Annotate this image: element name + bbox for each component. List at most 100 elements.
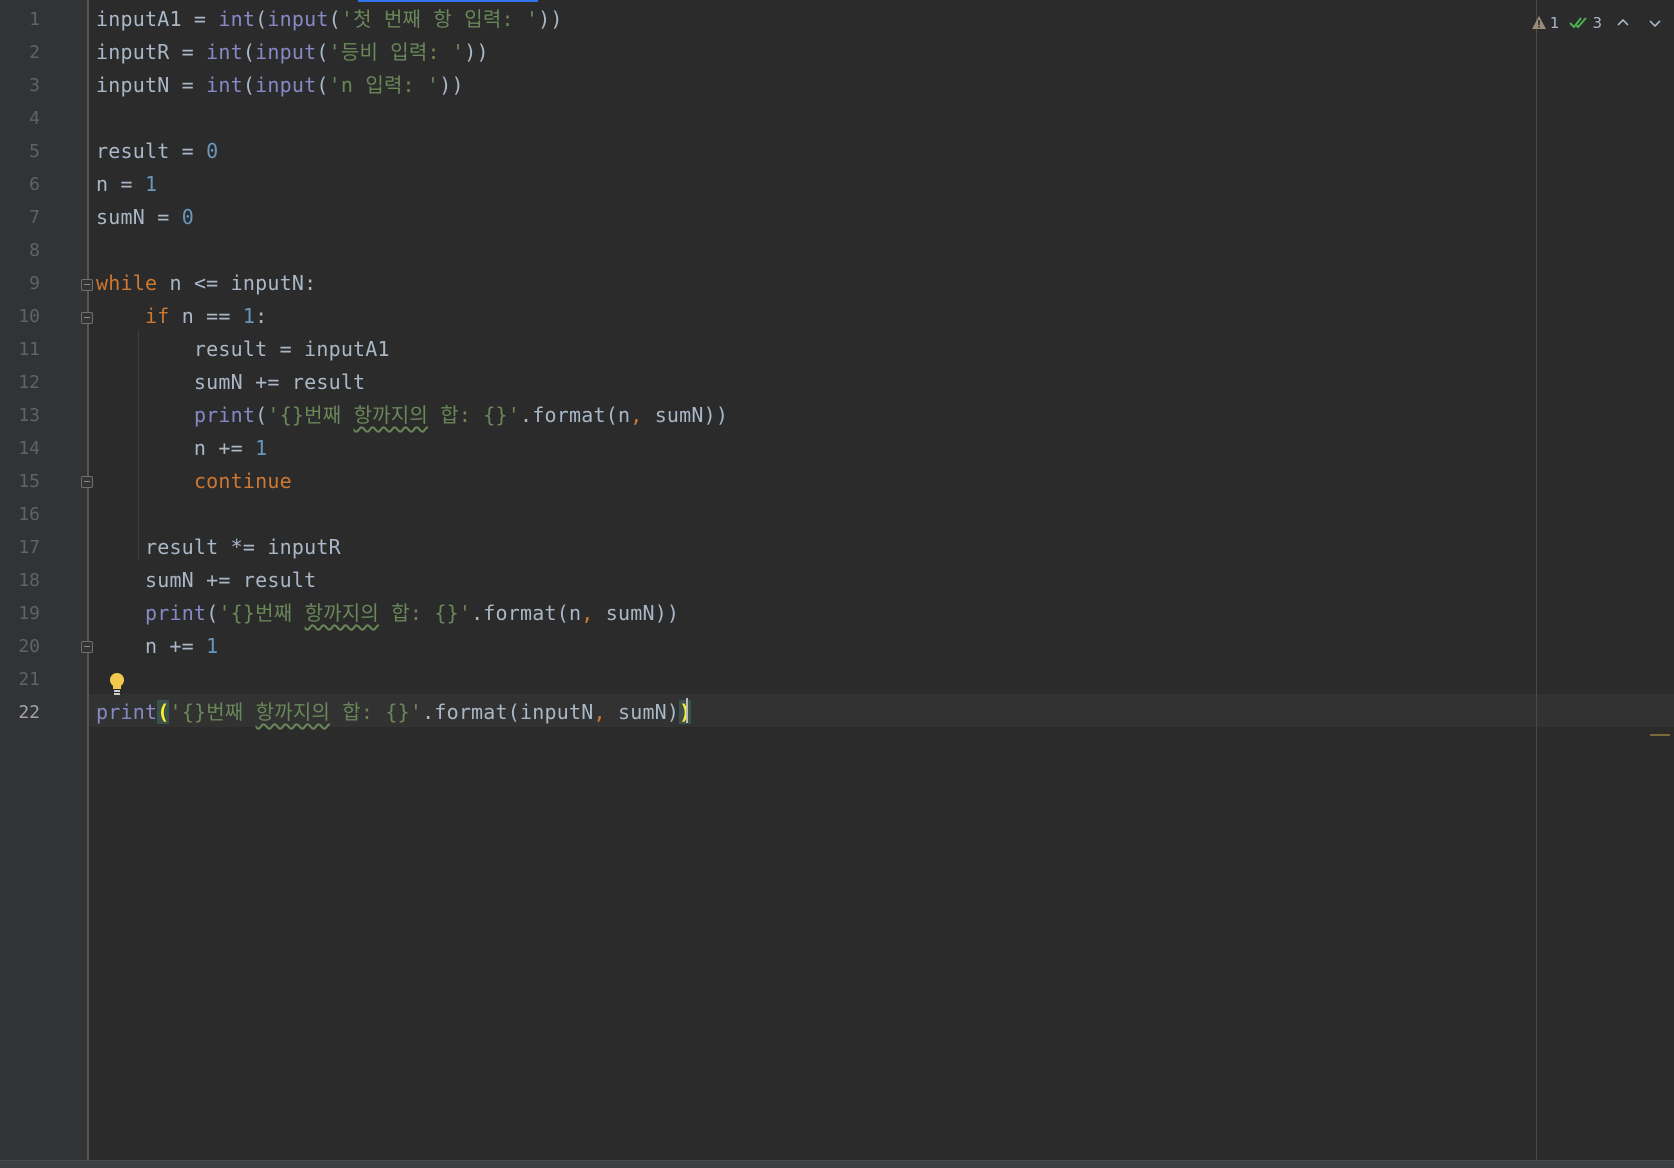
fold-marker-icon[interactable] xyxy=(81,312,93,324)
fold-marker-icon[interactable] xyxy=(81,279,93,291)
code-line[interactable]: 8 xyxy=(0,234,1530,267)
code-line[interactable]: 20 n += 1 xyxy=(0,630,1530,663)
code-token: 0 xyxy=(206,139,219,163)
fold-marker-icon[interactable] xyxy=(81,476,93,488)
line-number: 5 xyxy=(29,141,40,162)
code-token: print xyxy=(193,403,256,427)
code-token: result = xyxy=(96,139,207,163)
code-line[interactable]: 3 inputN = int(input('n 입력: ')) xyxy=(0,69,1530,102)
code-text[interactable]: sumN = 0 xyxy=(96,201,194,234)
line-number: 13 xyxy=(18,405,40,426)
code-text[interactable]: inputN = int(input('n 입력: ')) xyxy=(96,69,464,102)
code-line[interactable]: 7 sumN = 0 xyxy=(0,201,1530,234)
code-token: ( xyxy=(316,73,329,97)
code-text[interactable]: print('{}번째 항까지의 합: {}'.format(n, sumN)) xyxy=(96,597,679,630)
scrollbar-marker[interactable] xyxy=(1650,734,1670,736)
warning-indicator[interactable]: 1 xyxy=(1531,14,1559,32)
code-line[interactable]: 4 xyxy=(0,102,1530,135)
code-token: sumN)) xyxy=(593,601,680,625)
code-line[interactable]: 2 inputR = int(input('등비 입력: ')) xyxy=(0,36,1530,69)
code-token: '{}번째 xyxy=(169,700,256,724)
code-token: sumN) xyxy=(605,700,680,724)
code-token: .format(inputN xyxy=(422,700,594,724)
inspection-widget[interactable]: 1 3 xyxy=(1531,10,1666,36)
code-text[interactable]: result = inputA1 xyxy=(96,333,390,366)
ok-indicator[interactable]: 3 xyxy=(1569,14,1602,32)
code-editor[interactable]: 1 inputA1 = int(input('첫 번째 항 입력: ')) 2 inp… xyxy=(0,0,1674,1168)
code-text[interactable]: n += 1 xyxy=(96,432,267,465)
code-text[interactable]: sumN += result xyxy=(96,366,365,399)
code-line[interactable]: 14 n += 1 xyxy=(0,432,1530,465)
code-token: 1 xyxy=(144,172,158,196)
code-text[interactable]: while n <= inputN: xyxy=(96,267,316,300)
code-token: 0 xyxy=(181,205,194,229)
code-token: result *= inputR xyxy=(96,535,341,559)
code-token: 합: {}' xyxy=(330,700,423,724)
code-token: '{}번째 xyxy=(267,403,354,427)
code-token: input xyxy=(255,73,317,97)
code-line[interactable]: 6 n = 1 xyxy=(0,168,1530,201)
code-line[interactable]: 21 xyxy=(0,663,1530,696)
code-text[interactable]: print('{}번째 항까지의 합: {}'.format(inputN, s… xyxy=(96,696,692,729)
code-token: int xyxy=(206,73,243,97)
code-text[interactable]: n += 1 xyxy=(96,630,218,663)
code-token: inputA1 = xyxy=(96,7,219,31)
line-number: 17 xyxy=(18,537,40,558)
code-token: n = xyxy=(96,172,145,196)
code-line[interactable]: 19 print('{}번째 항까지의 합: {}'.format(n, sum… xyxy=(0,597,1530,630)
code-token: : xyxy=(255,304,268,328)
code-text[interactable]: result *= inputR xyxy=(96,531,341,564)
code-token: n == xyxy=(169,304,243,328)
text-caret xyxy=(686,698,688,723)
code-line[interactable]: 17 result *= inputR xyxy=(0,531,1530,564)
code-token: ( xyxy=(242,73,256,97)
code-text[interactable]: print('{}번째 항까지의 합: {}'.format(n, sumN)) xyxy=(96,399,728,432)
code-line[interactable]: 11 result = inputA1 xyxy=(0,333,1530,366)
code-line[interactable]: 18 sumN += result xyxy=(0,564,1530,597)
code-line[interactable]: 15 continue xyxy=(0,465,1530,498)
code-token: 합: {}' xyxy=(427,403,521,427)
code-line[interactable]: 9 while n <= inputN: xyxy=(0,267,1530,300)
code-text[interactable]: inputR = int(input('등비 입력: ')) xyxy=(96,36,489,69)
code-token: continue xyxy=(193,469,292,493)
code-token: n <= inputN: xyxy=(157,271,317,295)
code-token: 항까지의 xyxy=(255,700,331,724)
code-token: 항까지의 xyxy=(353,403,428,427)
code-text[interactable]: continue xyxy=(96,465,292,498)
code-line[interactable]: 10 if n == 1: xyxy=(0,300,1530,333)
code-token: 합: {}' xyxy=(379,601,472,625)
code-line[interactable]: 5 result = 0 xyxy=(0,135,1530,168)
code-text[interactable]: n = 1 xyxy=(96,168,157,201)
warning-icon xyxy=(1531,16,1546,29)
code-token: '{}번째 xyxy=(218,601,305,625)
code-line[interactable]: 16 xyxy=(0,498,1530,531)
line-number: 3 xyxy=(29,75,40,96)
line-number: 16 xyxy=(18,504,40,525)
code-token: 1 xyxy=(206,634,219,658)
code-text[interactable]: result = 0 xyxy=(96,135,218,168)
right-margin-guide xyxy=(1536,0,1537,1161)
code-line[interactable]: 22 print('{}번째 항까지의 합: {}'.format(inputN,… xyxy=(0,696,1530,729)
code-line[interactable]: 13 print('{}번째 항까지의 합: {}'.format(n, sum… xyxy=(0,399,1530,432)
code-token: input xyxy=(267,7,329,31)
line-number: 11 xyxy=(18,339,40,360)
code-text[interactable]: if n == 1: xyxy=(96,300,267,333)
code-token: int xyxy=(206,40,243,64)
lightbulb-icon[interactable] xyxy=(108,672,126,696)
code-token: if xyxy=(144,304,170,328)
previous-highlight-button[interactable] xyxy=(1612,12,1634,34)
code-token: 항까지의 xyxy=(304,601,380,625)
code-line[interactable]: 12 sumN += result xyxy=(0,366,1530,399)
code-text[interactable]: inputA1 = int(input('첫 번째 항 입력: ')) xyxy=(96,3,563,36)
code-token: n += xyxy=(96,634,207,658)
fold-marker-icon[interactable] xyxy=(81,641,93,653)
code-token: sumN = xyxy=(96,205,182,229)
code-token: )) xyxy=(464,40,489,64)
code-token: print xyxy=(144,601,207,625)
code-text[interactable]: sumN += result xyxy=(96,564,316,597)
next-highlight-button[interactable] xyxy=(1644,12,1666,34)
line-number: 15 xyxy=(18,471,40,492)
chevron-down-icon xyxy=(1649,20,1661,28)
code-line[interactable]: 1 inputA1 = int(input('첫 번째 항 입력: ')) xyxy=(0,3,1530,36)
